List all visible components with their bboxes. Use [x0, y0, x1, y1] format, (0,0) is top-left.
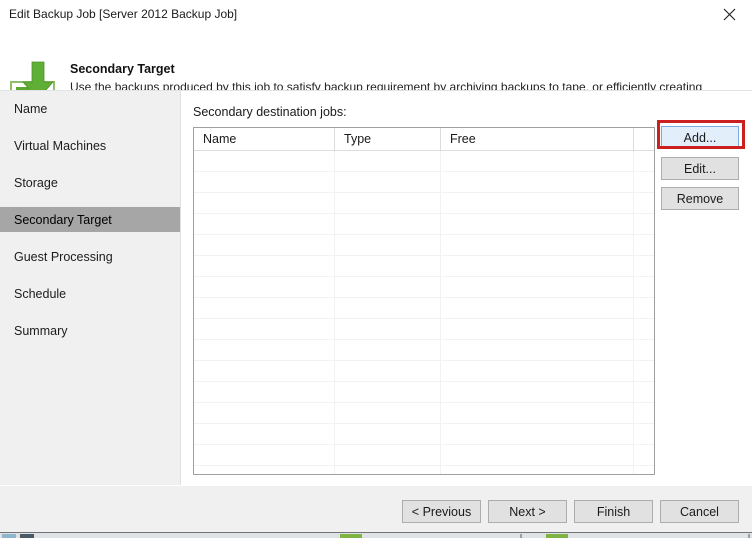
taskbar-item[interactable] [20, 534, 34, 538]
sidebar-item-summary[interactable]: Summary [0, 318, 180, 343]
column-header-name[interactable]: Name [194, 128, 335, 150]
button-label: Finish [596, 504, 631, 519]
column-header-type[interactable]: Type [335, 128, 441, 150]
dialog-footer: < Previous Next > Finish Cancel [0, 486, 752, 532]
table-row[interactable] [194, 151, 654, 172]
button-label: Edit... [684, 161, 716, 176]
taskbar-sliver [0, 532, 752, 538]
button-label: < Previous [411, 504, 472, 519]
sidebar-item-label: Schedule [14, 286, 67, 301]
table-row[interactable] [194, 340, 654, 361]
secondary-destination-jobs-table[interactable]: Name Type Free [193, 127, 655, 475]
sidebar-item-secondary-target[interactable]: Secondary Target [0, 207, 180, 232]
sidebar-item-label: Storage [14, 175, 58, 190]
table-row[interactable] [194, 277, 654, 298]
table-body[interactable] [194, 151, 654, 474]
finish-button[interactable]: Finish [574, 500, 653, 523]
sidebar-item-guest-processing[interactable]: Guest Processing [0, 244, 180, 269]
button-label: Cancel [680, 504, 719, 519]
table-row[interactable] [194, 256, 654, 277]
taskbar-item[interactable] [340, 534, 362, 538]
sidebar-item-label: Guest Processing [14, 249, 113, 264]
table-row[interactable] [194, 403, 654, 424]
taskbar-item[interactable] [546, 534, 568, 538]
table-row[interactable] [194, 424, 654, 445]
table-row[interactable] [194, 235, 654, 256]
next-button[interactable]: Next > [488, 500, 567, 523]
secondary-destination-jobs-label: Secondary destination jobs: [193, 105, 347, 119]
cancel-button[interactable]: Cancel [660, 500, 739, 523]
dialog-header: vm Secondary Target Use the backups prod… [0, 28, 752, 110]
button-label: Remove [676, 191, 724, 206]
column-header-label: Free [450, 132, 476, 146]
sidebar-item-label: Virtual Machines [14, 138, 107, 153]
previous-button[interactable]: < Previous [402, 500, 481, 523]
sidebar-item-label: Secondary Target [14, 212, 112, 227]
sidebar-item-storage[interactable]: Storage [0, 170, 180, 195]
button-label: Next > [509, 504, 546, 519]
column-separator [633, 151, 634, 474]
page-title: Secondary Target [70, 62, 175, 76]
edit-button[interactable]: Edit... [661, 157, 739, 180]
table-row[interactable] [194, 382, 654, 403]
taskbar-item[interactable] [520, 534, 522, 538]
column-separator [334, 151, 335, 474]
sidebar-item-label: Name [14, 101, 48, 116]
table-row[interactable] [194, 298, 654, 319]
add-button[interactable]: Add... [661, 126, 739, 149]
table-row[interactable] [194, 214, 654, 235]
sidebar-item-virtual-machines[interactable]: Virtual Machines [0, 133, 180, 158]
button-label: Add... [683, 130, 717, 145]
taskbar-item[interactable] [748, 534, 750, 538]
column-header-label: Name [203, 132, 237, 146]
column-header-free[interactable]: Free [441, 128, 634, 150]
table-row[interactable] [194, 445, 654, 466]
table-row[interactable] [194, 319, 654, 340]
sidebar-item-label: Summary [14, 323, 68, 338]
table-header-row: Name Type Free [194, 128, 654, 151]
title-bar: Edit Backup Job [Server 2012 Backup Job] [0, 0, 752, 28]
table-row[interactable] [194, 172, 654, 193]
table-row[interactable] [194, 361, 654, 382]
sidebar-item-name[interactable]: Name [0, 96, 180, 121]
table-row[interactable] [194, 193, 654, 214]
close-icon [723, 8, 736, 21]
column-header-label: Type [344, 132, 372, 146]
main-pane: Secondary destination jobs: Name Type Free [181, 91, 752, 485]
close-button[interactable] [706, 0, 752, 28]
sidebar-item-schedule[interactable]: Schedule [0, 281, 180, 306]
edit-backup-job-dialog: Edit Backup Job [Server 2012 Backup Job] [0, 0, 752, 538]
taskbar-item[interactable] [2, 534, 16, 538]
window-title: Edit Backup Job [Server 2012 Backup Job] [9, 7, 238, 21]
remove-button[interactable]: Remove [661, 187, 739, 210]
column-header-blank[interactable] [634, 128, 654, 150]
wizard-step-sidebar: Name Virtual Machines Storage Secondary Tar… [0, 91, 181, 485]
column-separator [440, 151, 441, 474]
